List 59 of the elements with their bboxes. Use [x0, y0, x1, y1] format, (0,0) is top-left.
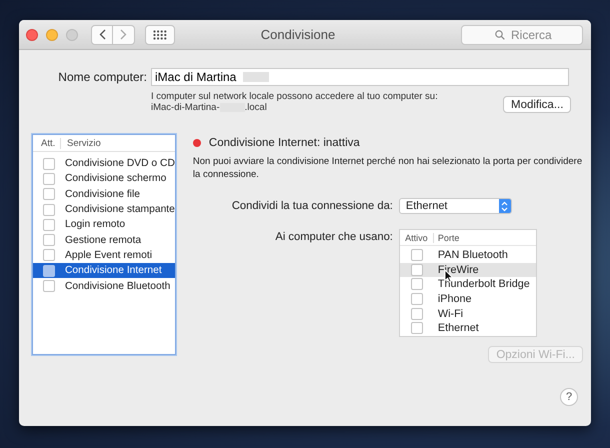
chevron-right-icon [120, 29, 127, 40]
window-title: Condivisione [260, 27, 336, 42]
help-button[interactable]: ? [560, 388, 578, 406]
port-row[interactable]: PAN Bluetooth [400, 248, 536, 263]
column-header: Servizio [66, 138, 101, 148]
checkbox[interactable] [43, 204, 55, 216]
checkbox[interactable] [410, 293, 423, 306]
port-row[interactable]: Thunderbolt Bridge [400, 277, 536, 292]
service-row[interactable]: Condivisione schermo [33, 171, 175, 187]
hostname-suffix-text: .local [244, 102, 267, 113]
checkbox[interactable] [43, 188, 55, 200]
network-hint-text: I computer sul network locale possono accedere al tuo computer su: [151, 91, 439, 102]
share-from-dropdown[interactable]: Ethernet [398, 198, 512, 214]
checkbox[interactable] [43, 234, 55, 246]
port-row[interactable]: FireWire [400, 262, 536, 278]
column-header: Porte [436, 232, 460, 242]
share-from-label: Condividi la tua connessione da: [230, 200, 394, 212]
zoom-button[interactable] [66, 28, 78, 40]
service-row[interactable]: Login remoto [33, 217, 175, 232]
computer-name-label: Nome computer: [57, 70, 148, 84]
chevron-left-icon [98, 29, 106, 40]
description-text: Non puoi avviare la condivisione Internet perché non hai selezionato la porta per condividere la connessione. [192, 156, 583, 181]
port-row[interactable]: Ethernet [400, 320, 536, 336]
checkbox[interactable] [410, 249, 423, 262]
search-field[interactable]: Ricerca [461, 24, 583, 44]
checkbox[interactable] [43, 158, 55, 170]
column-header: Att. [33, 138, 61, 148]
checkbox[interactable] [410, 308, 423, 320]
ports-label: Ai computer che usano: [274, 230, 394, 243]
checkbox[interactable] [43, 264, 55, 277]
status-text: Condivisione Internet: inattiva [208, 137, 360, 149]
port-row[interactable]: iPhone [400, 292, 536, 306]
search-icon [495, 30, 505, 40]
checkbox[interactable] [410, 278, 423, 290]
hostname-text: iMac-di-Martina- [151, 102, 220, 113]
stepper-icon [498, 199, 511, 213]
service-row[interactable]: Gestione remota [33, 232, 175, 248]
service-row[interactable]: Condivisione file [33, 186, 175, 202]
computer-name-field[interactable]: iMac di Martina [151, 68, 569, 86]
checkbox[interactable] [43, 172, 55, 185]
redacted-block [243, 72, 269, 82]
service-row[interactable]: Apple Event remoti [33, 248, 175, 264]
back-button[interactable] [91, 24, 113, 44]
show-all-button[interactable] [145, 24, 175, 44]
checkbox[interactable] [43, 249, 55, 262]
close-button[interactable] [26, 28, 38, 40]
service-row[interactable]: Condivisione stampante [33, 202, 175, 218]
service-row[interactable]: Condivisione Bluetooth [33, 278, 175, 294]
checkbox[interactable] [43, 218, 55, 231]
grid-icon [153, 30, 167, 40]
minimize-button[interactable] [46, 28, 58, 40]
service-row[interactable]: Condivisione Internet [33, 263, 175, 278]
checkbox[interactable] [410, 322, 423, 334]
column-header: Attivo [400, 232, 434, 242]
port-row[interactable]: Wi-Fi [400, 306, 536, 321]
edit-button[interactable]: Modifica... [503, 96, 572, 113]
service-row[interactable]: Condivisione DVD o CD [33, 156, 175, 172]
checkbox[interactable] [410, 264, 423, 276]
checkbox[interactable] [43, 280, 55, 292]
